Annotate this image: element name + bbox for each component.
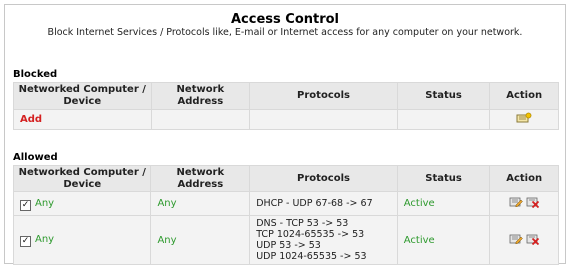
- protocol-line: UDP 53 -> 53: [256, 240, 321, 251]
- column-header-protocols: Protocols: [250, 166, 397, 191]
- add-cell: Add: [14, 110, 151, 129]
- protocol-line: DHCP - UDP 67-68 -> 67: [256, 198, 373, 209]
- device-name: Any: [35, 234, 55, 245]
- allowed-section-label: Allowed: [13, 152, 58, 163]
- table-row: ✓ Any Any DNS - TCP 53 -> 53 TCP 1024-655…: [14, 216, 558, 264]
- status-cell: Active: [397, 192, 490, 215]
- protocols-cell: DHCP - UDP 67-68 -> 67: [250, 192, 397, 215]
- column-header-device: Networked Computer / Device: [14, 166, 151, 191]
- page-subtitle: Block Internet Services / Protocols like…: [47, 27, 523, 38]
- action-cell: [490, 192, 558, 215]
- column-header-status: Status: [397, 83, 490, 109]
- network-address: Any: [157, 198, 177, 209]
- column-header-device: Networked Computer / Device: [14, 83, 151, 109]
- edit-rule-icon[interactable]: [509, 233, 523, 248]
- blocked-header-row: Networked Computer / Device Network Addr…: [14, 83, 558, 109]
- empty-cell: [250, 110, 397, 129]
- edit-rule-icon[interactable]: [509, 196, 523, 211]
- address-cell: Any: [151, 192, 250, 215]
- empty-cell: [397, 110, 490, 129]
- status-text: Active: [403, 234, 435, 246]
- column-header-action: Action: [490, 83, 558, 109]
- column-header-status: Status: [397, 166, 490, 191]
- add-action-cell: [490, 110, 558, 129]
- empty-cell: [151, 110, 250, 129]
- rule-checkbox[interactable]: ✓: [20, 199, 31, 211]
- delete-rule-icon[interactable]: [526, 233, 540, 248]
- device-cell: ✓ Any: [14, 216, 151, 264]
- column-header-protocols: Protocols: [250, 83, 397, 109]
- column-header-address: Network Address: [151, 166, 250, 191]
- add-blocked-link[interactable]: Add: [20, 114, 42, 125]
- access-control-panel: Access Control Block Internet Services /…: [4, 4, 566, 265]
- protocols-cell: DNS - TCP 53 -> 53 TCP 1024-65535 -> 53 …: [250, 216, 397, 264]
- delete-rule-icon[interactable]: [526, 196, 540, 211]
- network-address: Any: [157, 234, 177, 246]
- table-row: ✓ Any Any DHCP - UDP 67-68 -> 67 Active: [14, 192, 558, 215]
- address-cell: Any: [151, 216, 250, 264]
- allowed-table: Networked Computer / Device Network Addr…: [13, 165, 559, 265]
- add-rule-icon[interactable]: [516, 112, 532, 127]
- device-cell: ✓ Any: [14, 192, 151, 215]
- protocol-line: DNS - TCP 53 -> 53: [256, 218, 349, 229]
- column-header-action: Action: [490, 166, 558, 191]
- status-text: Active: [403, 198, 435, 209]
- action-cell: [490, 216, 558, 264]
- device-name: Any: [35, 197, 55, 209]
- status-cell: Active: [397, 216, 490, 264]
- allowed-header-row: Networked Computer / Device Network Addr…: [14, 166, 558, 191]
- protocol-line: UDP 1024-65535 -> 53: [256, 251, 367, 262]
- rule-checkbox[interactable]: ✓: [20, 236, 31, 247]
- blocked-add-row: Add: [14, 110, 558, 129]
- blocked-section-label: Blocked: [13, 69, 58, 80]
- page-title: Access Control: [230, 12, 340, 27]
- protocol-line: TCP 1024-65535 -> 53: [256, 229, 365, 240]
- blocked-table: Networked Computer / Device Network Addr…: [13, 82, 559, 130]
- column-header-address: Network Address: [151, 83, 250, 109]
